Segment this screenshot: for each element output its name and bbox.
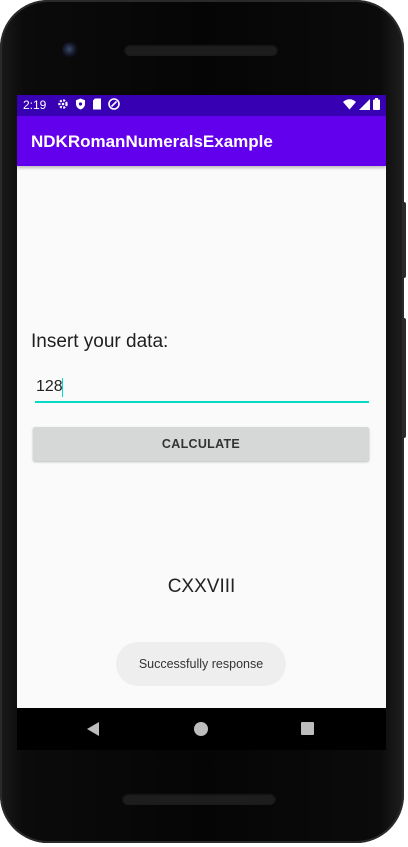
status-right-icons — [343, 98, 380, 110]
calculate-button[interactable]: CALCULATE — [33, 427, 369, 461]
app-title: NDKRomanNumeralsExample — [31, 132, 273, 151]
home-icon[interactable] — [194, 722, 208, 736]
shield-icon — [76, 98, 85, 110]
gear-icon — [58, 99, 68, 109]
number-input[interactable] — [35, 375, 369, 403]
front-camera — [62, 42, 78, 58]
power-button — [402, 202, 406, 278]
vpn-key-icon — [108, 98, 120, 110]
toast-message: Successfully response — [116, 642, 286, 686]
sd-card-icon — [93, 98, 101, 110]
volume-button — [402, 318, 406, 438]
app-bar: NDKRomanNumeralsExample — [17, 116, 386, 166]
status-left-icons — [57, 98, 120, 110]
device-screen: 2:19 NDKRomanNumeralsExample Insert your… — [17, 95, 386, 708]
cellular-signal-icon — [359, 98, 370, 110]
text-cursor — [62, 378, 63, 397]
wifi-icon — [343, 98, 356, 109]
back-icon[interactable] — [87, 722, 99, 736]
roman-numeral-result: CXXVIII — [167, 576, 236, 597]
input-prompt-label: Insert your data: — [31, 331, 169, 352]
earpiece-speaker — [124, 44, 278, 56]
status-bar: 2:19 — [17, 95, 386, 116]
battery-icon — [373, 98, 380, 110]
status-time: 2:19 — [23, 98, 47, 112]
recents-icon[interactable] — [301, 722, 314, 735]
navigation-bar — [17, 708, 386, 750]
bottom-speaker — [122, 793, 276, 805]
